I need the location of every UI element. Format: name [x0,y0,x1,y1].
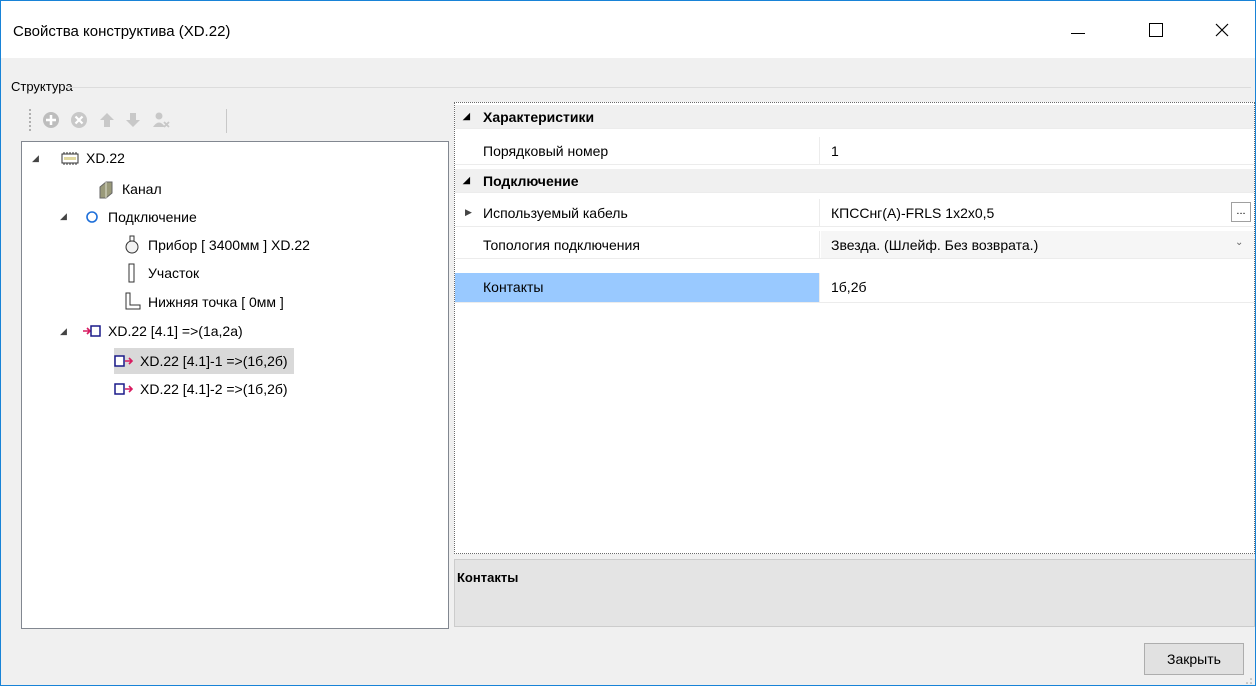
tree-node-channel[interactable]: Канал [96,178,162,200]
category-label: Характеристики [483,109,595,125]
maximize-button[interactable] [1131,1,1181,58]
structure-group-label: Структура [11,79,73,94]
prop-row-order-number[interactable]: Порядковый номер 1 [455,137,1254,165]
tree-node-label: Нижняя точка [ 0мм ] [148,294,284,310]
tree-node-connector-2[interactable]: XD.22 [4.1]-2 =>(1б,2б) [114,378,288,400]
collapse-arrow-icon[interactable]: ◢ [60,326,67,337]
column-divider [819,199,820,226]
collapse-arrow-icon[interactable]: ◢ [463,111,470,122]
expand-arrow-icon[interactable]: ▶ [465,207,472,218]
tree-node-device[interactable]: Прибор [ 3400мм ] XD.22 [122,234,310,256]
collapse-arrow-icon[interactable]: ◢ [60,211,67,222]
description-title: Контакты [457,570,519,585]
tree-node-label: XD.22 [4.1] =>(1а,2а) [108,323,243,339]
move-down-button[interactable] [123,110,143,130]
prop-name: Контакты [483,279,544,295]
column-divider [819,231,820,258]
minimize-button[interactable] [1053,1,1103,58]
tree-toolbar [21,101,441,139]
prop-value[interactable]: Звезда. (Шлейф. Без возврата.) [831,237,1038,253]
move-up-button[interactable] [97,110,117,130]
tree-node-connector-1[interactable]: XD.22 [4.1]-1 =>(1б,2б) [114,348,294,374]
maximize-icon [1149,22,1163,37]
close-icon [1215,23,1229,36]
property-grid[interactable]: ◢ Характеристики Порядковый номер 1 ◢ По… [454,102,1255,554]
window-title: Свойства конструктива (XD.22) [13,23,231,40]
tree-node-segment[interactable]: Участок [122,262,199,284]
remove-user-icon [153,112,170,128]
tree-node-label: XD.22 [4.1]-2 =>(1б,2б) [140,381,288,397]
delete-button[interactable] [69,110,89,130]
collapse-arrow-icon[interactable]: ◢ [32,153,39,164]
channel-icon [96,179,116,199]
category-characteristics[interactable]: ◢ Характеристики [455,105,1254,129]
outgoing-connector-icon [114,351,134,371]
tree-node-label: Подключение [108,209,197,225]
incoming-connector-icon [82,321,102,341]
add-button[interactable] [41,110,61,130]
tree-node-label: Участок [148,265,200,281]
close-button[interactable]: Закрыть [1144,643,1244,675]
cable-browse-button[interactable]: ... [1231,202,1251,222]
column-divider [819,137,820,164]
group-divider [65,87,1251,88]
tree-node-connector[interactable]: XD.22 [4.1] =>(1а,2а) [82,320,243,342]
prop-row-topology[interactable]: Топология подключения Звезда. (Шлейф. Бе… [455,231,1254,259]
tree-node-xd22[interactable]: XD.22 [60,147,125,169]
category-connection[interactable]: ◢ Подключение [455,169,1254,193]
arrow-up-icon [100,113,114,127]
chevron-down-icon[interactable]: ⌄ [1235,237,1243,248]
close-window-button[interactable] [1197,1,1247,58]
column-divider [819,273,820,302]
properties-window: Свойства конструктива (XD.22) Структура … [0,0,1256,686]
prop-name: Порядковый номер [483,143,609,159]
segment-icon [122,263,142,283]
corner-icon [122,292,142,312]
prop-name: Топология подключения [483,237,640,253]
device-icon [60,148,80,168]
toolbar-separator [226,109,227,133]
structure-tree[interactable]: ◢ XD.22 Канал ◢ Подключение Прибор [ 340… [21,141,449,629]
prop-row-cable[interactable]: ▶ Используемый кабель КПССнг(А)-FRLS 1x2… [455,199,1254,227]
collapse-arrow-icon[interactable]: ◢ [463,175,470,186]
prop-name: Используемый кабель [483,205,628,221]
tree-node-label: XD.22 [4.1]-1 =>(1б,2б) [140,353,288,369]
add-icon [43,112,59,128]
minimize-icon [1071,33,1085,34]
delete-icon [71,112,87,128]
tree-node-label: XD.22 [86,150,125,166]
category-label: Подключение [483,173,579,189]
tree-node-label: Прибор [ 3400мм ] XD.22 [148,237,310,253]
prop-row-contacts[interactable]: Контакты 1б,2б [455,273,1254,303]
sensor-icon [122,235,142,255]
tree-node-label: Канал [122,181,162,197]
arrow-down-icon [126,113,140,127]
outgoing-connector-icon [114,379,134,399]
description-panel: Контакты [454,559,1255,627]
tree-node-lower-point[interactable]: Нижняя точка [ 0мм ] [122,291,284,313]
prop-value[interactable]: 1 [831,143,839,159]
remove-user-button[interactable] [151,110,171,130]
prop-value[interactable]: 1б,2б [831,279,867,295]
toolbar-grip[interactable] [29,109,33,131]
tree-node-connection[interactable]: Подключение [82,206,197,228]
circle-icon [82,207,102,227]
title-bar[interactable]: Свойства конструктива (XD.22) [1,1,1255,58]
prop-value[interactable]: КПССнг(А)-FRLS 1x2x0,5 [831,205,994,221]
resize-grip-icon[interactable] [1245,677,1253,685]
